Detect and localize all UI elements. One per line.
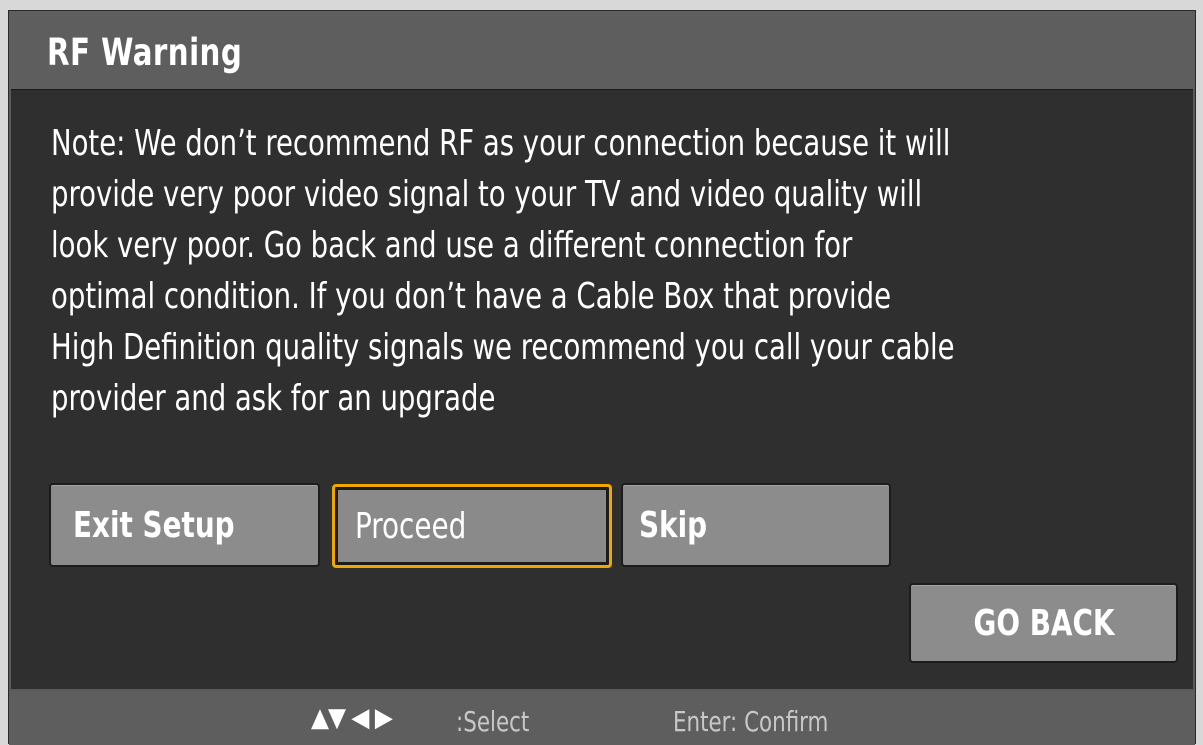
dialog-content: Note: We don’t recommend RF as your conn… — [11, 89, 1193, 689]
exit-setup-label: Exit Setup — [73, 504, 235, 546]
go-back-label: GO BACK — [972, 602, 1115, 644]
title-bar: RF Warning — [9, 11, 1195, 89]
footer-hints: ▲▼ ◀ ▶ :Select Enter: Confirm — [9, 691, 1195, 745]
rf-warning-dialog: RF Warning Note: We don’t recommend RF a… — [8, 10, 1196, 745]
skip-button[interactable]: Skip — [621, 483, 891, 567]
dialog-title: RF Warning — [47, 31, 243, 74]
proceed-label: Proceed — [355, 505, 467, 547]
select-hint: :Select — [456, 705, 530, 738]
confirm-hint: Enter: Confirm — [673, 705, 829, 738]
warning-message: Note: We don’t recommend RF as your conn… — [51, 123, 955, 419]
exit-setup-button[interactable]: Exit Setup — [49, 483, 320, 567]
proceed-button[interactable]: Proceed — [332, 484, 612, 568]
arrow-keys-icon: ▲▼ ◀ ▶ — [311, 703, 393, 733]
go-back-button[interactable]: GO BACK — [909, 583, 1178, 663]
skip-label: Skip — [639, 504, 708, 546]
